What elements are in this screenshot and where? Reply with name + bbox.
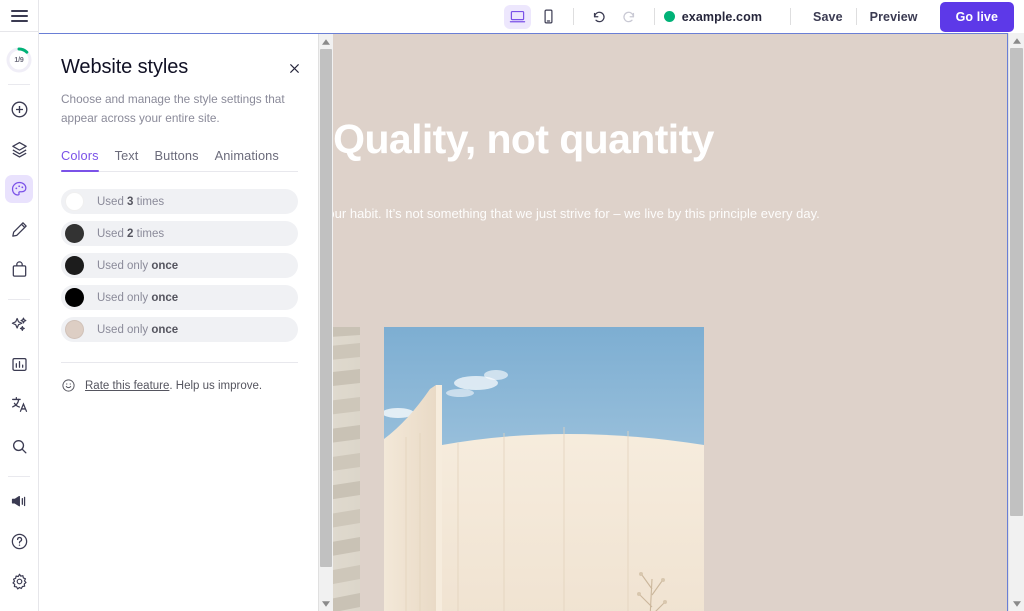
sidebar-item-pages[interactable] [5,135,33,163]
color-swatch-row[interactable]: Used only once [61,253,298,278]
scroll-down-arrow-icon[interactable] [319,596,334,611]
panel-scroll-track[interactable] [319,49,333,596]
redo-icon [621,8,638,25]
rate-this-feature-link[interactable]: Rate this feature [85,380,169,392]
topbar-divider-3 [790,8,791,25]
tab-colors[interactable]: Colors [61,148,99,171]
color-swatch[interactable] [65,224,84,243]
panel-body: Website styles Choose and manage the sty… [39,56,320,393]
preview-button[interactable]: Preview [857,10,931,24]
panel-divider [61,362,298,363]
curved-wall-sky-photo[interactable] [384,327,704,611]
sidebar-item-search[interactable] [5,432,33,460]
color-swatch[interactable] [65,192,84,211]
site-domain-label: example.com [682,10,762,24]
website-styles-panel: Website styles Choose and manage the sty… [39,34,320,611]
scroll-down-arrow-icon[interactable] [1009,596,1024,611]
topbar-divider-1 [573,8,574,25]
site-domain[interactable]: example.com [664,10,762,24]
undo-icon [590,8,607,25]
progress-label: 1/9 [5,46,33,74]
rail-divider-mid [8,299,30,300]
layers-icon [10,140,29,159]
rate-feature-text: Rate this feature. Help us improve. [85,380,262,392]
color-swatch[interactable] [65,256,84,275]
setup-progress-indicator[interactable]: 1/9 [5,46,33,74]
panel-scroll-thumb[interactable] [320,49,332,567]
color-swatch-row[interactable]: Used 3 times [61,189,298,214]
scroll-up-arrow-icon[interactable] [1009,33,1024,48]
rail-divider-top [8,84,30,85]
topbar-divider-2 [654,8,655,25]
close-icon [288,62,301,75]
palette-icon [10,180,29,199]
smiley-icon [61,378,76,393]
mobile-view-button[interactable] [535,5,562,29]
editor-root: Quality, not quantity We made quality ou… [0,0,1024,611]
sidebar-item-help[interactable] [5,527,33,555]
swatch-usage-label: Used 3 times [97,196,164,208]
swatch-usage-label: Used only once [97,260,178,272]
redo-button[interactable] [616,5,643,29]
rate-feature-row: Rate this feature. Help us improve. [61,378,298,393]
panel-description: Choose and manage the style settings tha… [61,90,293,128]
rail-divider-bottom [8,476,30,477]
panel-tabs: Colors Text Buttons Animations [61,148,298,172]
site-status-dot [664,11,675,22]
shopping-bag-icon [10,260,29,279]
viewport-switcher [502,5,564,29]
menu-button[interactable] [0,0,39,32]
translate-icon [10,395,29,414]
color-swatch-row[interactable]: Used 2 times [61,221,298,246]
sidebar-item-analytics[interactable] [5,350,33,378]
page-scroll-thumb[interactable] [1010,48,1023,516]
close-panel-button[interactable] [284,58,304,78]
color-swatch[interactable] [65,320,84,339]
swatch-usage-label: Used 2 times [97,228,164,240]
tab-animations[interactable]: Animations [215,148,279,171]
add-icon [10,100,29,119]
desktop-icon [509,8,526,25]
tab-buttons[interactable]: Buttons [154,148,198,171]
sidebar-item-store[interactable] [5,255,33,283]
sparkles-icon [10,315,29,334]
hamburger-menu-icon [11,10,28,22]
rail-bottom-group [5,426,33,611]
tab-text[interactable]: Text [115,148,139,171]
pencil-icon [10,220,29,239]
page-scroll-track[interactable] [1009,48,1024,596]
search-icon [10,437,29,456]
analytics-icon [10,355,29,374]
sidebar-item-settings[interactable] [5,567,33,595]
editor-top-bar: example.com Save Preview Go live [39,0,1024,33]
color-swatch-row[interactable]: Used only once [61,317,298,342]
save-button[interactable]: Save [800,10,856,24]
desktop-view-button[interactable] [504,5,531,29]
panel-title: Website styles [61,56,298,79]
sidebar-item-add[interactable] [5,95,33,123]
sidebar-item-website-styles[interactable] [5,175,33,203]
rate-help-text: . Help us improve. [169,380,262,392]
mobile-icon [540,8,557,25]
history-controls [583,5,645,29]
color-swatch-list: Used 3 times Used 2 times Used only once… [61,189,298,342]
megaphone-icon [10,492,29,511]
swatch-usage-label: Used only once [97,292,178,304]
gear-icon [10,572,29,591]
sidebar-item-languages[interactable] [5,390,33,418]
color-swatch-row[interactable]: Used only once [61,285,298,310]
sidebar-item-apps[interactable] [5,310,33,338]
swatch-usage-label: Used only once [97,324,178,336]
go-live-button[interactable]: Go live [940,2,1014,32]
scroll-up-arrow-icon[interactable] [319,34,334,49]
help-icon [10,532,29,551]
left-navigation-rail: 1/9 [0,0,39,611]
color-swatch[interactable] [65,288,84,307]
undo-button[interactable] [585,5,612,29]
panel-scrollbar[interactable] [318,34,333,611]
sidebar-item-blog[interactable] [5,215,33,243]
sidebar-item-whats-new[interactable] [5,487,33,515]
page-scrollbar[interactable] [1008,33,1024,611]
